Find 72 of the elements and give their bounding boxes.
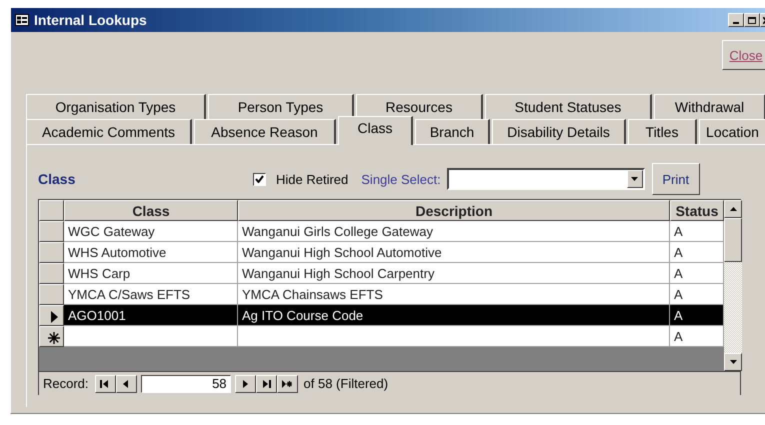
- cell-text: YMCA C/Saws EFTS: [68, 287, 190, 302]
- last-record-button[interactable]: [256, 374, 277, 392]
- column-header[interactable]: Description: [238, 200, 670, 221]
- cell-text: Wanganui Girls College Gateway: [242, 224, 433, 239]
- row-selector[interactable]: [39, 284, 64, 305]
- tab[interactable]: Organisation Types: [26, 94, 206, 119]
- down-arrow-icon: [730, 360, 736, 364]
- maximize-button[interactable]: [744, 13, 760, 27]
- row-selector[interactable]: [39, 263, 64, 284]
- previous-record-button[interactable]: [116, 374, 137, 392]
- cell-text: A: [674, 329, 683, 344]
- cell-text: Ag ITO Course Code: [242, 308, 364, 323]
- field-label: Single Select:: [361, 172, 441, 186]
- cell-text: A: [674, 266, 683, 281]
- scroll-thumb[interactable]: [724, 218, 742, 262]
- tab[interactable]: Withdrawal: [654, 94, 765, 119]
- asterisk-icon: [48, 332, 60, 344]
- row-selector[interactable]: [39, 242, 64, 263]
- new-record-icon: [282, 380, 292, 388]
- cell-text: A: [674, 308, 683, 323]
- tab[interactable]: Class: [338, 116, 413, 145]
- current-row-icon: [50, 311, 58, 323]
- column-header[interactable]: Status: [670, 200, 724, 221]
- tab[interactable]: Branch: [415, 119, 490, 144]
- cell-text: WHS Automotive: [68, 245, 166, 260]
- tab[interactable]: Student Statuses: [485, 94, 652, 119]
- cell-text: Wanganui High School Automotive: [242, 245, 442, 260]
- cell-text: YMCA Chainsaws EFTS: [242, 287, 383, 302]
- record-count: of 58 (Filtered): [304, 376, 388, 391]
- form-icon: [15, 14, 29, 26]
- minimize-button[interactable]: [728, 13, 744, 27]
- cell-text: WGC Gateway: [68, 224, 155, 239]
- next-record-button[interactable]: [234, 374, 256, 392]
- last-icon: [261, 380, 272, 388]
- tab[interactable]: Resources: [356, 94, 483, 119]
- checkmark-icon: [255, 175, 264, 183]
- header-corner: [39, 200, 64, 221]
- record-number-field[interactable]: 58: [140, 374, 231, 392]
- hide-retired-checkbox[interactable]: [253, 172, 266, 186]
- scroll-up-button[interactable]: [724, 200, 742, 218]
- tab[interactable]: Absence Reason: [194, 119, 336, 144]
- tab[interactable]: Titles: [628, 119, 697, 144]
- tab[interactable]: Academic Comments: [26, 119, 192, 144]
- window-title: Internal Lookups: [34, 12, 147, 28]
- close-button[interactable]: Close: [722, 40, 765, 70]
- first-record-button[interactable]: [94, 374, 116, 392]
- scrollbar[interactable]: [724, 200, 742, 371]
- cell-text: Wanganui High School Carpentry: [242, 266, 434, 281]
- first-icon: [100, 380, 110, 388]
- scroll-down-button[interactable]: [724, 353, 742, 371]
- row-selector[interactable]: [39, 221, 64, 242]
- row-selector[interactable]: [39, 326, 64, 347]
- maximize-icon: [748, 16, 756, 24]
- dropdown-arrow-icon: [631, 177, 638, 181]
- checkbox-label: Hide Retired: [276, 172, 348, 186]
- record-label: Record:: [43, 376, 89, 391]
- tab[interactable]: Disability Details: [492, 119, 626, 144]
- next-icon: [240, 380, 250, 388]
- cell-text: A: [674, 224, 683, 239]
- tab[interactable]: Location: [699, 119, 765, 144]
- tab[interactable]: Person Types: [208, 94, 354, 119]
- up-arrow-icon: [730, 207, 736, 211]
- cell-text: A: [674, 245, 683, 260]
- new-record-button[interactable]: [276, 374, 298, 392]
- print-button[interactable]: Print: [652, 163, 700, 195]
- row-selector[interactable]: [39, 305, 64, 326]
- cell-text: WHS Carp: [68, 266, 130, 281]
- section-heading: Class: [38, 171, 76, 187]
- cell-text: A: [674, 287, 683, 302]
- column-header[interactable]: Class: [64, 200, 238, 221]
- single-select-dropdown[interactable]: [446, 168, 645, 190]
- cell-text: AGO1001: [68, 308, 126, 323]
